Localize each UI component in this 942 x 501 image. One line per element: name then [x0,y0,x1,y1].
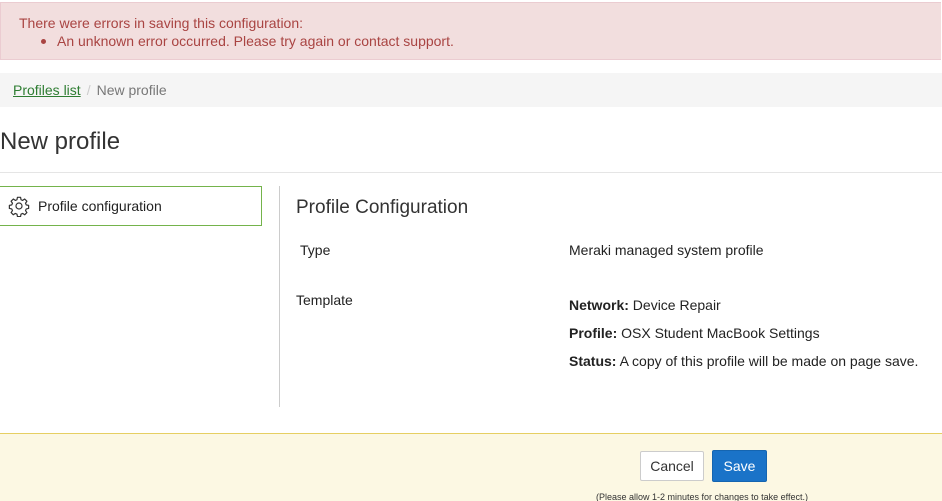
section-title: Profile Configuration [296,197,469,218]
template-network: Network: Device Repair [569,297,721,313]
type-value: Meraki managed system profile [569,242,764,258]
profile-value: OSX Student MacBook Settings [621,325,820,341]
template-status: Status: A copy of this profile will be m… [569,353,918,369]
template-profile: Profile: OSX Student MacBook Settings [569,325,820,341]
page-title: New profile [0,128,121,155]
breadcrumb: Profiles list / New profile [0,73,942,107]
error-list: An unknown error occurred. Please try ag… [19,33,454,49]
breadcrumb-profiles-list-link[interactable]: Profiles list [13,82,81,98]
error-alert: There were errors in saving this configu… [0,2,941,60]
footer-bar: Cancel Save (Please allow 1-2 minutes fo… [0,433,942,501]
breadcrumb-current: New profile [96,82,167,98]
footer-note: (Please allow 1-2 minutes for changes to… [596,492,808,501]
breadcrumb-separator: / [86,82,91,98]
save-button[interactable]: Save [712,450,767,482]
error-list-item: An unknown error occurred. Please try ag… [39,33,454,49]
sidebar-item-profile-configuration[interactable]: Profile configuration [0,186,262,226]
cancel-button[interactable]: Cancel [640,451,704,481]
status-key: Status: [569,353,617,369]
status-value: A copy of this profile will be made on p… [619,353,919,369]
type-label: Type [300,242,331,258]
profile-key: Profile: [569,325,618,341]
title-divider [0,172,942,173]
content-divider [279,186,280,407]
network-key: Network: [569,297,629,313]
error-alert-title: There were errors in saving this configu… [19,15,304,31]
gear-icon [8,195,30,217]
network-value: Device Repair [632,297,721,313]
sidebar-item-label: Profile configuration [38,198,162,214]
template-label: Template [296,292,353,308]
page: There were errors in saving this configu… [0,0,942,501]
